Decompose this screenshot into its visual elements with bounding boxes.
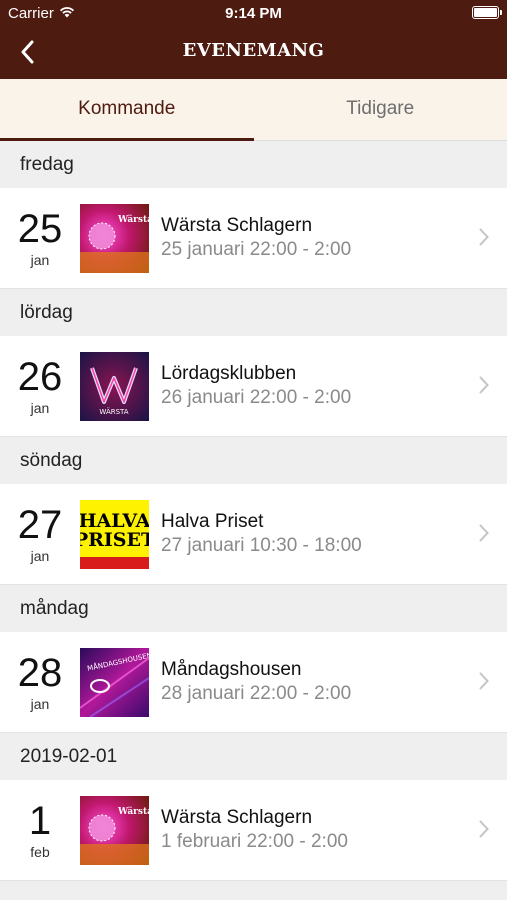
- section-header: fredag: [0, 141, 507, 188]
- tab-tidigare[interactable]: Tidigare: [254, 79, 507, 140]
- section-header: söndag: [0, 437, 507, 484]
- event-date: 25 jan: [0, 208, 80, 268]
- thumb-text: Wärsta Schlager: [117, 806, 149, 817]
- event-info: Måndagshousen 28 januari 22:00 - 2:00: [161, 658, 507, 706]
- event-time: 26 januari 22:00 - 2:00: [161, 387, 352, 408]
- event-list: fredag 25 jan Wärsta Schlager: [0, 141, 507, 881]
- event-time: 1 februari 22:00 - 2:00: [161, 831, 348, 852]
- nav-bar: EVENEMANG: [0, 28, 507, 79]
- event-row[interactable]: 28 jan MÅNDAGSHOUSEN Måndagshousen 28 ja…: [0, 632, 507, 733]
- schlager-poster-icon: Wärsta Schlager: [80, 203, 149, 273]
- event-row[interactable]: 25 jan Wärsta Schlager Wärsta S: [0, 188, 507, 289]
- event-name: Måndagshousen: [161, 659, 302, 680]
- thumb-text: Wärsta Schlager: [117, 214, 149, 225]
- event-row[interactable]: 26 jan WÄRSTA Lördagsklubben 26 januari …: [0, 336, 507, 437]
- battery-icon: [472, 6, 502, 19]
- event-month: jan: [30, 400, 50, 416]
- section-header: måndag: [0, 585, 507, 632]
- event-name: Lördagsklubben: [161, 363, 297, 384]
- event-day: 25: [17, 207, 63, 251]
- chevron-right-icon: [479, 820, 489, 838]
- event-row[interactable]: 1 feb Wärsta Schlager Wärsta Sc: [0, 780, 507, 881]
- tab-kommande[interactable]: Kommande: [0, 79, 254, 141]
- chevron-right-icon: [479, 228, 489, 246]
- event-info: Halva Priset 27 januari 10:30 - 18:00: [161, 510, 507, 558]
- event-date: 1 feb: [0, 800, 80, 860]
- event-day: 28: [17, 651, 63, 695]
- event-time: 25 januari 22:00 - 2:00: [161, 239, 352, 260]
- lordagsklubben-logo-icon: WÄRSTA: [80, 351, 149, 421]
- event-info: Wärsta Schlagern 25 januari 22:00 - 2:00: [161, 214, 507, 262]
- event-month: jan: [30, 548, 50, 564]
- app-header: Carrier 9:14 PM EVENEMANG: [0, 0, 507, 79]
- status-bar: Carrier 9:14 PM: [0, 0, 507, 28]
- tab-bar: Kommande Tidigare: [0, 79, 507, 141]
- mandagshousen-poster-icon: MÅNDAGSHOUSEN: [80, 647, 149, 717]
- event-date: 26 jan: [0, 356, 80, 416]
- chevron-right-icon: [479, 672, 489, 690]
- event-info: Wärsta Schlagern 1 februari 22:00 - 2:00: [161, 806, 507, 854]
- event-time: 27 januari 10:30 - 18:00: [161, 535, 362, 556]
- event-name: Wärsta Schlagern: [161, 215, 313, 236]
- event-row[interactable]: 27 jan HALVA PRISET Halva Priset 27 janu…: [0, 484, 507, 585]
- halva-priset-poster-icon: HALVA PRISET: [80, 499, 149, 569]
- event-day: 26: [17, 355, 63, 399]
- chevron-right-icon: [479, 376, 489, 394]
- status-time: 9:14 PM: [225, 5, 282, 22]
- event-name: Halva Priset: [161, 511, 264, 532]
- section-header: lördag: [0, 289, 507, 336]
- event-day: 27: [17, 503, 63, 547]
- event-day: 1: [28, 799, 52, 843]
- event-date: 28 jan: [0, 652, 80, 712]
- event-info: Lördagsklubben 26 januari 22:00 - 2:00: [161, 362, 507, 410]
- thumb-text: WÄRSTA: [99, 407, 128, 416]
- chevron-right-icon: [479, 524, 489, 542]
- event-month: jan: [30, 252, 50, 268]
- page-title: EVENEMANG: [182, 40, 325, 61]
- section-header: 2019-02-01: [0, 733, 507, 780]
- event-name: Wärsta Schlagern: [161, 807, 313, 828]
- event-date: 27 jan: [0, 504, 80, 564]
- schlager-poster-icon: Wärsta Schlager: [80, 795, 149, 865]
- event-time: 28 januari 22:00 - 2:00: [161, 683, 352, 704]
- thumb-text: PRISET: [80, 529, 149, 551]
- event-month: feb: [30, 844, 50, 860]
- event-month: jan: [30, 696, 50, 712]
